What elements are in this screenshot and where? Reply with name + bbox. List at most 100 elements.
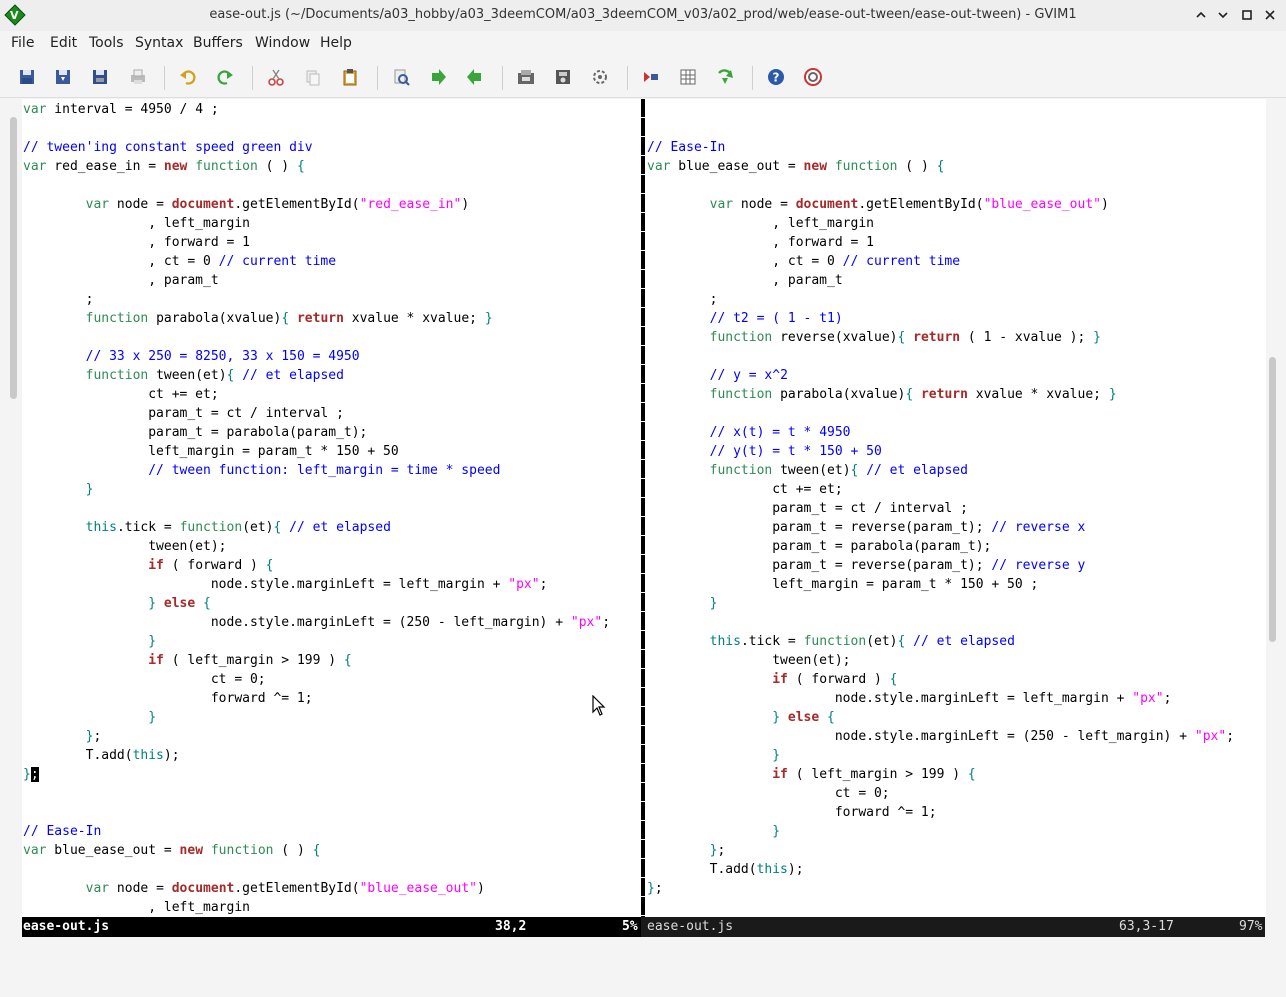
code-line[interactable]: // y(t) = t * 150 + 50 <box>647 442 1234 461</box>
code-line[interactable]: var node = document.getElementById("blue… <box>23 879 610 898</box>
code-line[interactable]: tween(et); <box>23 537 610 556</box>
menu-syntax[interactable]: Syntax <box>135 35 183 51</box>
code-line[interactable]: ct = 0; <box>647 784 1234 803</box>
code-line[interactable]: var blue_ease_out = new function ( ) { <box>23 841 610 860</box>
code-line[interactable]: if ( forward ) { <box>647 670 1234 689</box>
menu-help[interactable]: Help <box>320 35 352 51</box>
code-line[interactable]: function tween(et){ // et elapsed <box>23 366 610 385</box>
code-line[interactable]: // tween function: left_margin = time * … <box>23 461 610 480</box>
code-line[interactable]: } else { <box>23 594 610 613</box>
code-line[interactable]: ; <box>23 290 610 309</box>
code-line[interactable] <box>23 176 610 195</box>
redo-icon[interactable] <box>215 67 235 87</box>
code-line[interactable]: T.add(this); <box>647 860 1234 879</box>
code-line[interactable]: , left_margin <box>23 898 610 917</box>
restore-icon[interactable] <box>1214 6 1232 24</box>
code-line[interactable]: ct = 0; <box>23 670 610 689</box>
code-line[interactable]: param_t = reverse(param_t); // reverse y <box>647 556 1234 575</box>
menu-buffers[interactable]: Buffers <box>193 35 243 51</box>
code-line[interactable]: }; <box>23 765 610 784</box>
code-line[interactable] <box>647 100 1234 119</box>
code-line[interactable]: , left_margin <box>23 214 610 233</box>
code-line[interactable]: param_t = ct / interval ; <box>23 404 610 423</box>
paste-icon[interactable] <box>340 67 360 87</box>
code-line[interactable]: this.tick = function(et){ // et elapsed <box>647 632 1234 651</box>
code-line[interactable]: T.add(this); <box>23 746 610 765</box>
code-line[interactable]: param_t = reverse(param_t); // reverse x <box>647 518 1234 537</box>
code-line[interactable]: } <box>647 594 1234 613</box>
code-line[interactable]: } else { <box>647 708 1234 727</box>
code-line[interactable]: }; <box>23 727 610 746</box>
jump-tag-icon[interactable] <box>715 67 735 87</box>
code-line[interactable]: function reverse(xvalue){ return ( 1 - x… <box>647 328 1234 347</box>
find-next-icon[interactable] <box>428 67 448 87</box>
code-line[interactable]: node.style.marginLeft = left_margin + "p… <box>647 689 1234 708</box>
vertical-split-separator[interactable] <box>639 99 646 917</box>
code-text-left[interactable]: var interval = 4950 / 4 ; // tween'ing c… <box>23 100 610 917</box>
menu-tools[interactable]: Tools <box>89 35 124 51</box>
code-line[interactable]: var red_ease_in = new function ( ) { <box>23 157 610 176</box>
code-line[interactable]: ct += et; <box>647 480 1234 499</box>
code-line[interactable]: function parabola(xvalue){ return xvalue… <box>23 309 610 328</box>
undo-icon[interactable] <box>178 67 198 87</box>
code-line[interactable]: var blue_ease_out = new function ( ) { <box>647 157 1234 176</box>
code-line[interactable]: , ct = 0 // current time <box>647 252 1234 271</box>
code-line[interactable]: }; <box>647 841 1234 860</box>
code-line[interactable]: left_margin = param_t * 150 + 50 <box>23 442 610 461</box>
code-line[interactable] <box>23 499 610 518</box>
code-line[interactable]: // t2 = ( 1 - t1) <box>647 309 1234 328</box>
run-script-icon[interactable] <box>590 67 610 87</box>
print-icon[interactable] <box>128 67 148 87</box>
save-icon[interactable] <box>53 67 73 87</box>
cut-icon[interactable] <box>266 67 286 87</box>
save-all-icon[interactable] <box>90 67 110 87</box>
code-line[interactable]: , left_margin <box>647 214 1234 233</box>
code-line[interactable]: // 33 x 250 = 8250, 33 x 150 = 4950 <box>23 347 610 366</box>
code-line[interactable]: , forward = 1 <box>647 233 1234 252</box>
code-line[interactable]: if ( left_margin > 199 ) { <box>23 651 610 670</box>
code-line[interactable]: } <box>23 632 610 651</box>
code-line[interactable]: forward ^= 1; <box>23 689 610 708</box>
menu-window[interactable]: Window <box>255 35 310 51</box>
code-line[interactable]: // tween'ing constant speed green div <box>23 138 610 157</box>
open-icon[interactable] <box>17 67 37 87</box>
code-line[interactable] <box>23 803 610 822</box>
minimize-icon[interactable] <box>1192 6 1210 24</box>
help-icon[interactable]: ? <box>766 67 786 87</box>
code-line[interactable]: function parabola(xvalue){ return xvalue… <box>647 385 1234 404</box>
code-line[interactable]: , param_t <box>647 271 1234 290</box>
code-line[interactable]: , ct = 0 // current time <box>23 252 610 271</box>
code-line[interactable]: var node = document.getElementById("red_… <box>23 195 610 214</box>
code-line[interactable] <box>23 328 610 347</box>
code-line[interactable] <box>647 347 1234 366</box>
close-icon[interactable] <box>1261 6 1279 24</box>
left-scrollbar[interactable] <box>8 99 18 917</box>
code-line[interactable]: var interval = 4950 / 4 ; <box>23 100 610 119</box>
code-line[interactable]: node.style.marginLeft = left_margin + "p… <box>23 575 610 594</box>
editor-pane-left[interactable]: var interval = 4950 / 4 ; // tween'ing c… <box>22 99 639 917</box>
code-line[interactable]: left_margin = param_t * 150 + 50 ; <box>647 575 1234 594</box>
ctags-icon[interactable] <box>678 67 698 87</box>
menu-edit[interactable]: Edit <box>50 35 77 51</box>
code-line[interactable] <box>647 613 1234 632</box>
copy-icon[interactable] <box>303 67 323 87</box>
code-line[interactable]: , param_t <box>23 271 610 290</box>
code-line[interactable]: param_t = parabola(param_t); <box>647 537 1234 556</box>
code-line[interactable]: } <box>647 822 1234 841</box>
right-scrollbar-thumb[interactable] <box>1269 357 1276 642</box>
code-line[interactable] <box>647 119 1234 138</box>
load-session-icon[interactable] <box>516 67 536 87</box>
find-help-icon[interactable] <box>803 67 823 87</box>
code-line[interactable] <box>647 176 1234 195</box>
code-line[interactable]: function tween(et){ // et elapsed <box>647 461 1234 480</box>
code-line[interactable]: this.tick = function(et){ // et elapsed <box>23 518 610 537</box>
code-line[interactable]: ; <box>647 290 1234 309</box>
code-text-right[interactable]: // Ease-In var blue_ease_out = new functi… <box>647 100 1234 898</box>
code-line[interactable]: , forward = 1 <box>23 233 610 252</box>
save-session-icon[interactable] <box>553 67 573 87</box>
code-line[interactable]: param_t = ct / interval ; <box>647 499 1234 518</box>
menu-file[interactable]: File <box>11 35 34 51</box>
code-line[interactable]: if ( left_margin > 199 ) { <box>647 765 1234 784</box>
code-line[interactable]: if ( forward ) { <box>23 556 610 575</box>
code-line[interactable]: } <box>23 480 610 499</box>
